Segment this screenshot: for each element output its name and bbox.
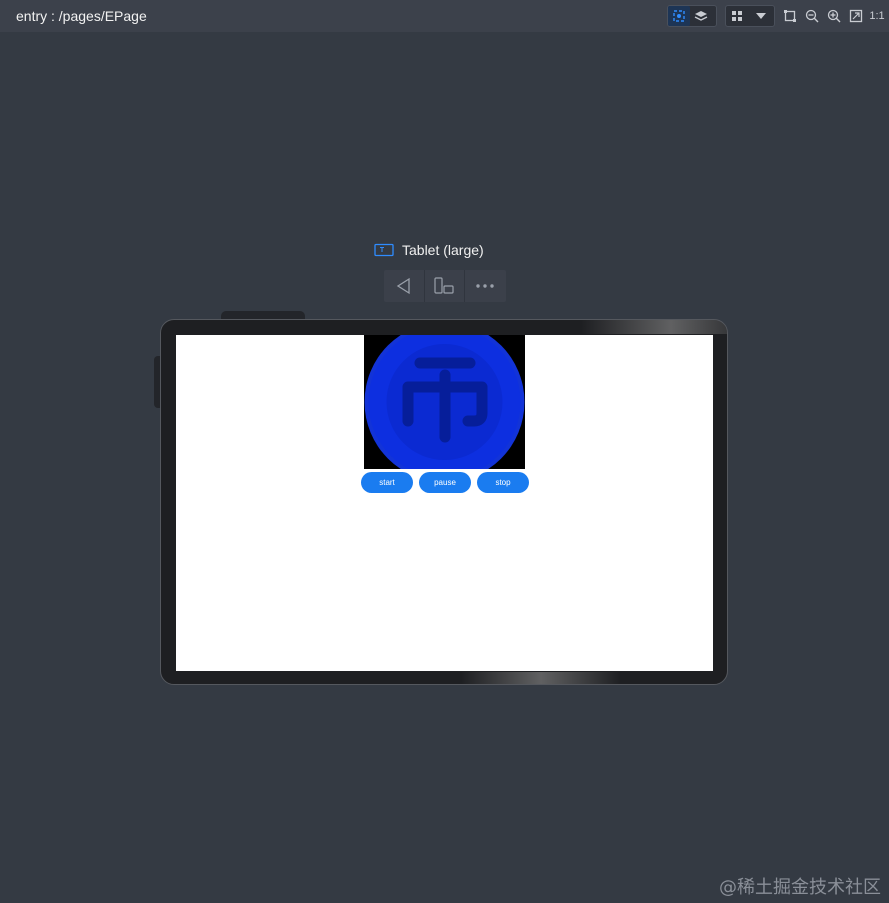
back-button[interactable] — [384, 270, 425, 302]
fullscreen-button[interactable] — [846, 6, 866, 26]
stop-button[interactable]: stop — [477, 472, 529, 493]
zoom-out-button[interactable] — [802, 6, 822, 26]
layout-dropdown-button[interactable] — [748, 6, 774, 26]
rotate-button[interactable] — [425, 270, 466, 302]
grid-icon — [732, 11, 742, 21]
zoom-in-icon — [827, 9, 841, 23]
previewer-toolbar: entry : /pages/EPage 1:1 — [0, 0, 889, 32]
rotate-icon — [434, 277, 454, 294]
more-button[interactable] — [465, 270, 506, 302]
fit-button[interactable] — [780, 6, 800, 26]
frame-highlight-bottom — [461, 672, 621, 684]
watermark: @稀土掘金技术社区 — [719, 877, 881, 898]
inspect-toggle-group — [667, 5, 717, 27]
fullscreen-icon — [849, 9, 863, 23]
device-screen: start pause stop — [176, 335, 713, 671]
device-label: Tablet (large) — [374, 241, 484, 259]
frame-highlight-top — [581, 320, 727, 334]
page-route-title: entry : /pages/EPage — [16, 8, 147, 24]
device-controls — [384, 270, 506, 302]
start-button[interactable]: start — [361, 472, 413, 493]
tablet-icon — [374, 243, 394, 257]
pause-button[interactable]: pause — [419, 472, 471, 493]
zoom-in-button[interactable] — [824, 6, 844, 26]
zoom-out-icon — [805, 9, 819, 23]
inspector-button[interactable] — [668, 6, 690, 26]
coin-icon — [364, 335, 525, 482]
back-icon — [396, 277, 410, 295]
layers-icon — [694, 11, 708, 21]
control-buttons: start pause stop — [361, 472, 529, 493]
fit-icon — [784, 10, 796, 22]
inspector-icon — [673, 10, 685, 22]
device-name: Tablet (large) — [402, 242, 484, 258]
actual-size-button[interactable]: 1:1 — [867, 6, 887, 26]
coin-image — [364, 335, 525, 482]
chevron-down-icon — [756, 13, 766, 19]
more-icon — [476, 284, 495, 288]
grid-button[interactable] — [726, 6, 748, 26]
layers-button[interactable] — [690, 6, 712, 26]
layout-select[interactable] — [725, 5, 775, 27]
actual-size-label: 1:1 — [869, 10, 885, 22]
